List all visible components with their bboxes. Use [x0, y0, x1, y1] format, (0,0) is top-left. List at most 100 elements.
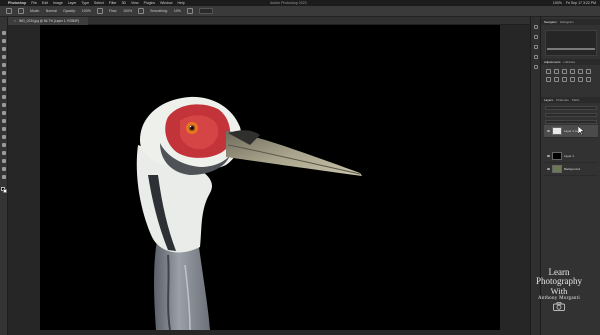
airbrush-icon[interactable] [138, 8, 145, 14]
color-balance-icon[interactable] [546, 77, 551, 82]
document-canvas[interactable] [40, 25, 500, 330]
adjustments-tabs: Adjustments Libraries [541, 59, 600, 65]
frame-tool-icon[interactable] [2, 71, 6, 75]
mode-label: Mode: [30, 9, 40, 13]
menu-select[interactable]: Select [94, 1, 104, 5]
eraser-tool-icon[interactable] [2, 119, 6, 123]
pressure-opacity-icon[interactable] [96, 8, 103, 14]
document-tab[interactable]: × IMG_0234.jpg @ 66.7% (Layer 1, RGB/8*) [8, 17, 88, 25]
tab-navigator[interactable]: Navigator [544, 20, 557, 24]
exposure-icon[interactable] [570, 69, 575, 74]
mouse-pointer-icon [578, 126, 584, 135]
crane-photo [136, 96, 362, 330]
marquee-tool-icon[interactable] [2, 39, 6, 43]
close-icon[interactable]: × [14, 19, 16, 23]
tab-channels[interactable]: Channels [556, 98, 569, 102]
eyedropper-tool-icon[interactable] [2, 79, 6, 83]
blur-tool-icon[interactable] [2, 135, 6, 139]
brush-settings-icon[interactable] [534, 45, 538, 49]
move-tool-icon[interactable] [2, 31, 6, 35]
curves-icon[interactable] [562, 69, 567, 74]
character-icon[interactable] [534, 55, 538, 59]
visibility-eye-icon[interactable] [547, 168, 550, 170]
tab-layers[interactable]: Layers [544, 98, 553, 102]
menu-layer[interactable]: Layer [68, 1, 77, 5]
pen-tool-icon[interactable] [2, 151, 6, 155]
hue-saturation-icon[interactable] [586, 69, 591, 74]
path-select-tool-icon[interactable] [2, 167, 6, 171]
smoothing-label: Smoothing: [150, 9, 168, 13]
gradient-tool-icon[interactable] [2, 127, 6, 131]
visibility-eye-icon[interactable] [547, 130, 550, 132]
color-lookup-icon[interactable] [578, 77, 583, 82]
type-tool-icon[interactable] [2, 159, 6, 163]
layer-thumbnail [552, 127, 562, 135]
smoothing-value[interactable]: 10% [174, 9, 181, 13]
menu-plugins[interactable]: Plugins [144, 1, 155, 5]
lasso-tool-icon[interactable] [2, 47, 6, 51]
layers-tabs: Layers Channels Paths [541, 97, 600, 103]
menu-view[interactable]: View [131, 1, 139, 5]
layer-row-1[interactable]: Layer 1 copy [544, 125, 598, 138]
channel-mixer-icon[interactable] [570, 77, 575, 82]
crop-tool-icon[interactable] [2, 63, 6, 67]
tab-paths[interactable]: Paths [572, 98, 580, 102]
healing-tool-icon[interactable] [2, 87, 6, 91]
menu-type[interactable]: Type [81, 1, 89, 5]
properties-icon[interactable] [534, 35, 538, 39]
brush-preset-icon[interactable] [18, 8, 24, 14]
watermark-line-3: With [550, 285, 568, 296]
menu-help[interactable]: Help [178, 1, 185, 5]
blend-mode-row[interactable] [545, 113, 597, 117]
clock[interactable]: Fri Sep 17 3:22 PM [566, 1, 596, 5]
clone-stamp-tool-icon[interactable] [2, 103, 6, 107]
menu-app-name[interactable]: Photoshop [8, 1, 26, 5]
menu-window[interactable]: Window [160, 1, 172, 5]
layer-filter-row[interactable] [545, 106, 597, 110]
brightness-icon[interactable] [546, 69, 551, 74]
menu-edit[interactable]: Edit [42, 1, 48, 5]
vibrance-icon[interactable] [578, 69, 583, 74]
gear-icon[interactable] [186, 8, 193, 14]
opacity-value[interactable]: 100% [82, 9, 91, 13]
opacity-label: Opacity: [63, 9, 76, 13]
adjustment-buttons [546, 69, 596, 82]
angle-field[interactable] [198, 8, 213, 14]
photo-filter-icon[interactable] [562, 77, 567, 82]
menu-3d[interactable]: 3D [122, 1, 126, 5]
tab-adjustments[interactable]: Adjustments [544, 60, 561, 64]
visibility-eye-icon[interactable] [547, 155, 550, 157]
layer-name: Layer 1 [564, 154, 575, 158]
invert-icon[interactable] [586, 77, 591, 82]
menu-image[interactable]: Image [53, 1, 63, 5]
layer-row-3[interactable]: Background [544, 163, 598, 176]
camera-icon [553, 302, 565, 311]
lock-row[interactable] [545, 120, 597, 124]
flow-label: Flow: [108, 9, 118, 13]
quick-select-tool-icon[interactable] [2, 55, 6, 59]
history-brush-tool-icon[interactable] [2, 111, 6, 115]
menu-file[interactable]: File [31, 1, 37, 5]
histogram-view [545, 30, 597, 56]
black-white-icon[interactable] [554, 77, 559, 82]
flow-value[interactable]: 100% [123, 9, 132, 13]
hand-tool-icon[interactable] [2, 175, 6, 179]
home-icon[interactable] [6, 8, 12, 14]
battery-status[interactable]: 100% [553, 1, 562, 5]
history-icon[interactable] [534, 25, 538, 29]
layer-thumbnail [552, 165, 562, 173]
tools-panel [0, 17, 8, 335]
levels-icon[interactable] [554, 69, 559, 74]
menu-filter[interactable]: Filter [109, 1, 117, 5]
window-title: Adobe Photoshop 2023 [270, 1, 307, 5]
brush-tool-icon[interactable] [2, 95, 6, 99]
watermark-line-4: Anthony Morganti [537, 295, 581, 301]
background-color-swatch[interactable] [3, 189, 7, 193]
dodge-tool-icon[interactable] [2, 143, 6, 147]
tab-libraries[interactable]: Libraries [564, 60, 576, 64]
layer-row-2[interactable]: Layer 1 [544, 150, 598, 163]
tab-histogram[interactable]: Histogram [560, 20, 574, 24]
mode-select[interactable]: Normal [46, 9, 57, 13]
status-area: 100% Fri Sep 17 3:22 PM [553, 1, 596, 5]
paragraph-icon[interactable] [534, 65, 538, 69]
